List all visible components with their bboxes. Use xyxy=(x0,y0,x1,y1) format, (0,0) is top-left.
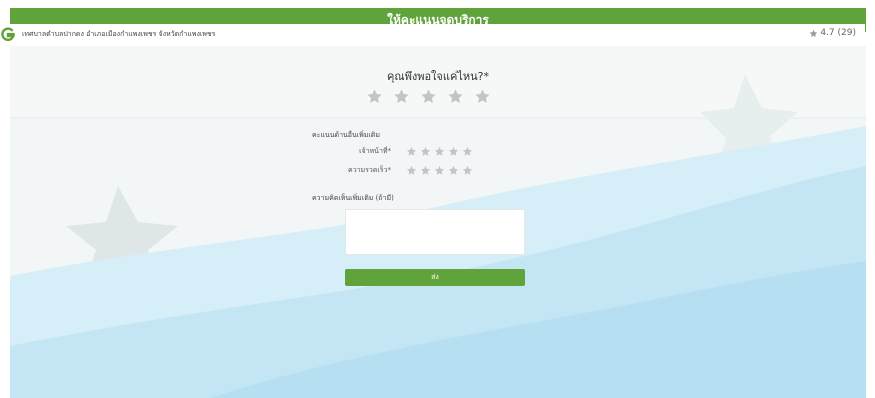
star-icon[interactable] xyxy=(434,146,445,157)
star-icon[interactable] xyxy=(434,165,445,176)
criteria-star-rating xyxy=(406,146,473,157)
star-icon[interactable] xyxy=(448,146,459,157)
criteria-star-rating xyxy=(406,165,473,176)
criteria-section-label: คะแนนด้านอื่นเพิ่มเติม xyxy=(312,131,380,139)
star-icon[interactable] xyxy=(406,165,417,176)
rating-value: 4.7 (29) xyxy=(820,28,856,38)
question-title: คุณพึงพอใจแค่ไหน?* xyxy=(387,70,489,83)
star-icon[interactable] xyxy=(366,88,383,105)
criteria-label: ความรวดเร็ว* xyxy=(348,166,391,174)
comment-textarea[interactable] xyxy=(345,209,525,255)
star-icon[interactable] xyxy=(420,165,431,176)
rating-page: ให้คะแนนจุดบริการ คุณพึงพอใจแค่ไหน?* คะแ… xyxy=(10,8,866,398)
place-rating: 4.7 (29) xyxy=(809,28,856,38)
star-icon[interactable] xyxy=(462,165,473,176)
criteria-row-staff: เจ้าหน้าที่* xyxy=(326,146,473,157)
star-icon[interactable] xyxy=(420,88,437,105)
g-logo-icon xyxy=(1,27,15,41)
place-info-bar: เทศบาลตำบลปากดง อำเภอเมืองกำแพงเพชร จังห… xyxy=(0,24,865,46)
star-icon xyxy=(810,29,818,37)
star-icon[interactable] xyxy=(462,146,473,157)
star-icon[interactable] xyxy=(393,88,410,105)
star-icon[interactable] xyxy=(474,88,491,105)
star-icon[interactable] xyxy=(406,146,417,157)
submit-button[interactable]: ส่ง xyxy=(345,269,525,286)
criteria-label: เจ้าหน้าที่* xyxy=(359,147,391,155)
star-icon[interactable] xyxy=(448,165,459,176)
place-name: เทศบาลตำบลปากดง อำเภอเมืองกำแพงเพชร จังห… xyxy=(22,30,216,38)
star-icon[interactable] xyxy=(447,88,464,105)
comment-label: ความคิดเห็นเพิ่มเติม (ถ้ามี) xyxy=(312,194,394,202)
criteria-row-speed: ความรวดเร็ว* xyxy=(326,165,473,176)
overall-star-rating xyxy=(366,88,491,105)
star-icon[interactable] xyxy=(420,146,431,157)
